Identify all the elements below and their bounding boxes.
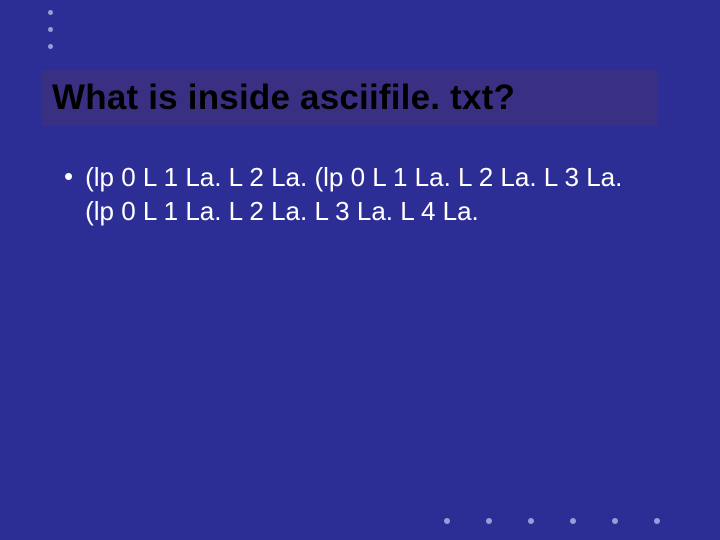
bullet-item: • (lp 0 L 1 La. L 2 La. (lp 0 L 1 La. L … xyxy=(64,160,654,228)
decor-dot xyxy=(612,518,618,524)
decor-dot xyxy=(444,518,450,524)
decor-dots-bottom xyxy=(444,518,660,524)
decor-dot xyxy=(486,518,492,524)
bullet-text: (lp 0 L 1 La. L 2 La. (lp 0 L 1 La. L 2 … xyxy=(85,160,645,228)
decor-dot xyxy=(48,44,53,49)
decor-dots-top xyxy=(48,10,53,49)
decor-dot xyxy=(528,518,534,524)
bullet-marker: • xyxy=(64,160,73,192)
decor-dot xyxy=(48,27,53,32)
slide-body: • (lp 0 L 1 La. L 2 La. (lp 0 L 1 La. L … xyxy=(64,160,654,228)
slide-title: What is inside asciifile. txt? xyxy=(52,78,515,118)
decor-dot xyxy=(570,518,576,524)
decor-dot xyxy=(654,518,660,524)
title-bar: What is inside asciifile. txt? xyxy=(42,70,658,126)
decor-dot xyxy=(48,10,53,15)
